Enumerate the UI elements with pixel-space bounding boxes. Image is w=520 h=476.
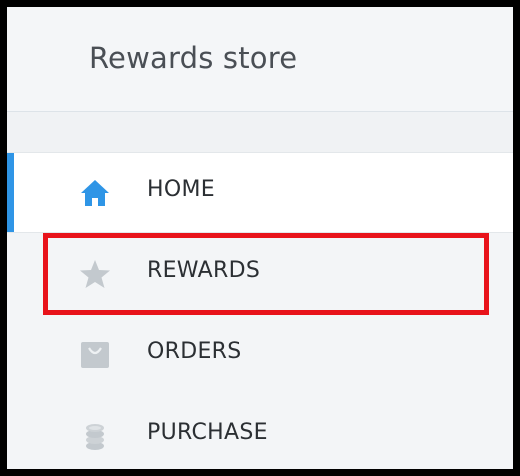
sidebar-window: Rewards store HOME REWARDS ORDERS PURCHA… (0, 0, 520, 476)
nav-item-purchase[interactable]: PURCHASE (7, 396, 513, 469)
nav-item-orders[interactable]: ORDERS (7, 315, 513, 395)
nav-item-label: ORDERS (147, 339, 242, 364)
sidebar-header: Rewards store (7, 7, 513, 112)
coin-stack-icon (77, 418, 113, 454)
nav-item-label: PURCHASE (147, 420, 268, 445)
nav-item-home[interactable]: HOME (7, 153, 513, 233)
active-indicator (7, 153, 14, 232)
app-title: Rewards store (89, 41, 298, 75)
shopping-bag-icon (77, 337, 113, 373)
home-icon (77, 175, 113, 211)
sidebar-spacer (7, 112, 513, 153)
highlight-annotation (43, 233, 489, 315)
nav-item-label: HOME (147, 177, 215, 202)
